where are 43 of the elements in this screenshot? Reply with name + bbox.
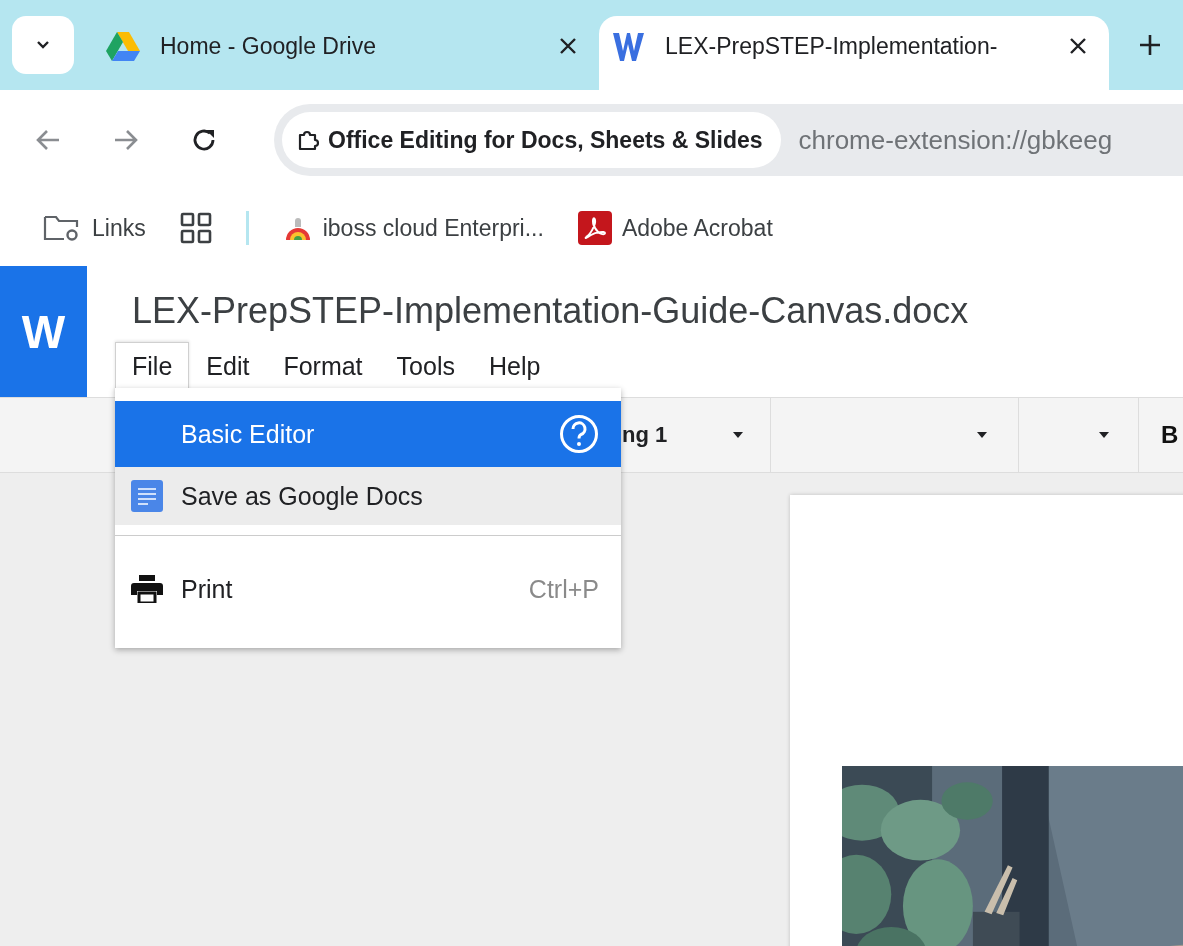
bookmark-label: Links [92,214,146,242]
puzzle-piece-icon [296,128,320,152]
bookmark[interactable]: iboss cloud Enterpri... [282,213,544,243]
dropdown-caret-icon[interactable] [732,431,744,439]
option-label: Basic Editor [181,419,316,449]
dropdown-caret-icon[interactable] [1098,431,1110,439]
bookmark[interactable]: Links [42,213,146,243]
extension-chip[interactable]: Office Editing for Docs, Sheets & Slides [282,112,781,168]
menu-option[interactable]: Basic Editor [115,401,621,467]
bookmark-label: Adobe Acrobat [621,214,773,242]
address-bar[interactable]: Office Editing for Docs, Sheets & Slides chrome-extension://gbkeeg [274,104,1183,176]
bold-button[interactable]: B [1139,421,1179,449]
pdf-logo-icon [577,211,612,245]
app-logo: W [0,266,87,397]
menu-item[interactable]: Edit [189,342,267,394]
browser-tab[interactable]: Home - Google Drive [94,16,599,76]
menu-item[interactable]: Tools [379,342,472,394]
print-icon [131,575,163,603]
browser-tab[interactable]: LEX-PrepSTEP-Implementation- [599,16,1109,90]
extension-name: Office Editing for Docs, Sheets & Slides [328,126,763,154]
bookmark[interactable]: Adobe Acrobat [577,211,773,245]
document-title[interactable]: LEX-PrepSTEP-Implementation-Guide-Canvas.docx [132,290,969,332]
new-tab-icon[interactable] [1139,34,1161,56]
apps-grid-icon [179,212,212,244]
bookmark-label: iboss cloud Enterpri... [322,214,544,242]
style-value: ng 1 [622,422,668,448]
close-icon[interactable] [1069,37,1087,55]
menu-item[interactable]: Format [266,342,380,394]
url-text: chrome-extension://gbkeeg [798,124,1113,156]
triangle-logo-icon [106,31,140,61]
menu-item[interactable]: Help [471,342,558,394]
tab-title: LEX-PrepSTEP-Implementation- [665,32,999,60]
option-label: Save as Google Docs [181,481,424,511]
bookmark[interactable] [179,211,249,245]
close-icon[interactable] [559,37,577,55]
menu-option[interactable]: Print Ctrl+P [115,556,621,622]
dropdown-caret-icon[interactable] [976,431,988,439]
help-icon[interactable] [559,414,599,454]
document-icon [131,480,163,512]
menu-option[interactable]: Save as Google Docs [115,467,621,525]
shortcut-text: Ctrl+P [528,574,599,604]
option-label: Print [181,574,234,604]
tab-title: Home - Google Drive [160,32,378,60]
